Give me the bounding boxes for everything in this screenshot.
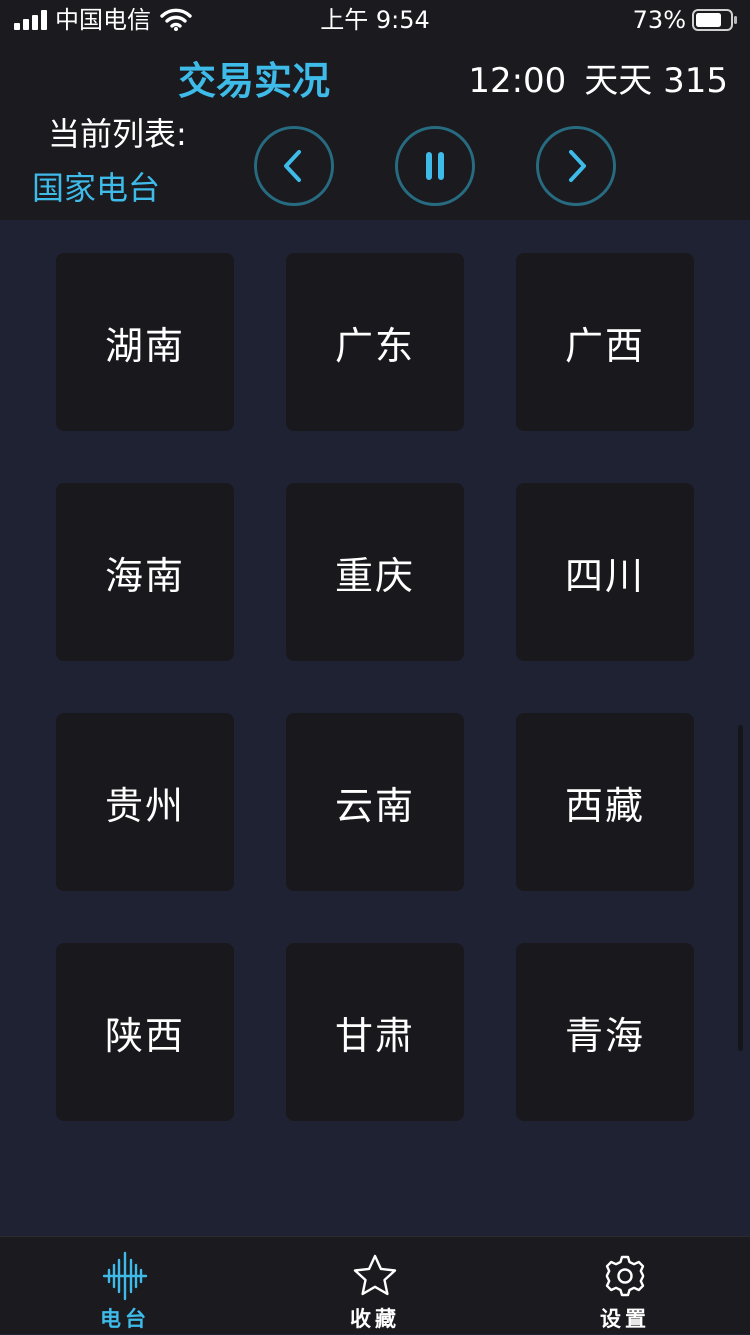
page-title: 交易实况 (178, 59, 331, 103)
current-list-name[interactable]: 国家电台 (32, 166, 160, 210)
next-button[interactable] (536, 126, 616, 206)
battery-icon (692, 9, 737, 31)
pause-button[interactable] (395, 126, 475, 206)
carrier-name: 中国电信 (55, 6, 151, 34)
scrollbar[interactable] (738, 725, 743, 1051)
now-playing-info: 12:00 天天 315 (468, 58, 728, 104)
province-button[interactable]: 湖南 (56, 253, 234, 431)
star-icon (353, 1254, 397, 1296)
program-name: 天天 315 (584, 61, 728, 101)
battery-percent: 73% (632, 6, 686, 34)
previous-button[interactable] (254, 126, 334, 206)
status-bar: 中国电信 上午 9:54 73% (0, 0, 750, 42)
province-button[interactable]: 陕西 (56, 943, 234, 1121)
gear-icon (605, 1255, 645, 1297)
pause-icon (426, 152, 444, 180)
province-button[interactable]: 青海 (516, 943, 694, 1121)
province-button[interactable]: 广东 (286, 253, 464, 431)
chevron-right-icon (569, 150, 586, 182)
province-grid: 湖南 广东 广西 海南 重庆 四川 贵州 云南 西藏 陕西 甘肃 青海 (0, 220, 750, 1236)
tab-favorites[interactable]: 收藏 (250, 1237, 500, 1335)
tab-bar: 电台 收藏 设置 (0, 1236, 750, 1334)
province-button[interactable]: 重庆 (286, 483, 464, 661)
province-button[interactable]: 四川 (516, 483, 694, 661)
tab-label: 设置 (600, 1307, 650, 1331)
tab-label: 收藏 (350, 1307, 400, 1331)
province-button[interactable]: 甘肃 (286, 943, 464, 1121)
province-button[interactable]: 贵州 (56, 713, 234, 891)
waveform-icon (102, 1251, 148, 1301)
province-button[interactable]: 西藏 (516, 713, 694, 891)
wifi-icon (160, 8, 192, 31)
program-time: 12:00 (468, 61, 567, 101)
province-button[interactable]: 海南 (56, 483, 234, 661)
chevron-left-icon (284, 150, 301, 182)
current-list-label: 当前列表: (48, 115, 187, 153)
tab-label: 电台 (100, 1307, 150, 1331)
signal-icon (14, 10, 48, 30)
tab-settings[interactable]: 设置 (500, 1237, 750, 1335)
tab-radio[interactable]: 电台 (0, 1237, 250, 1335)
province-button[interactable]: 云南 (286, 713, 464, 891)
province-button[interactable]: 广西 (516, 253, 694, 431)
